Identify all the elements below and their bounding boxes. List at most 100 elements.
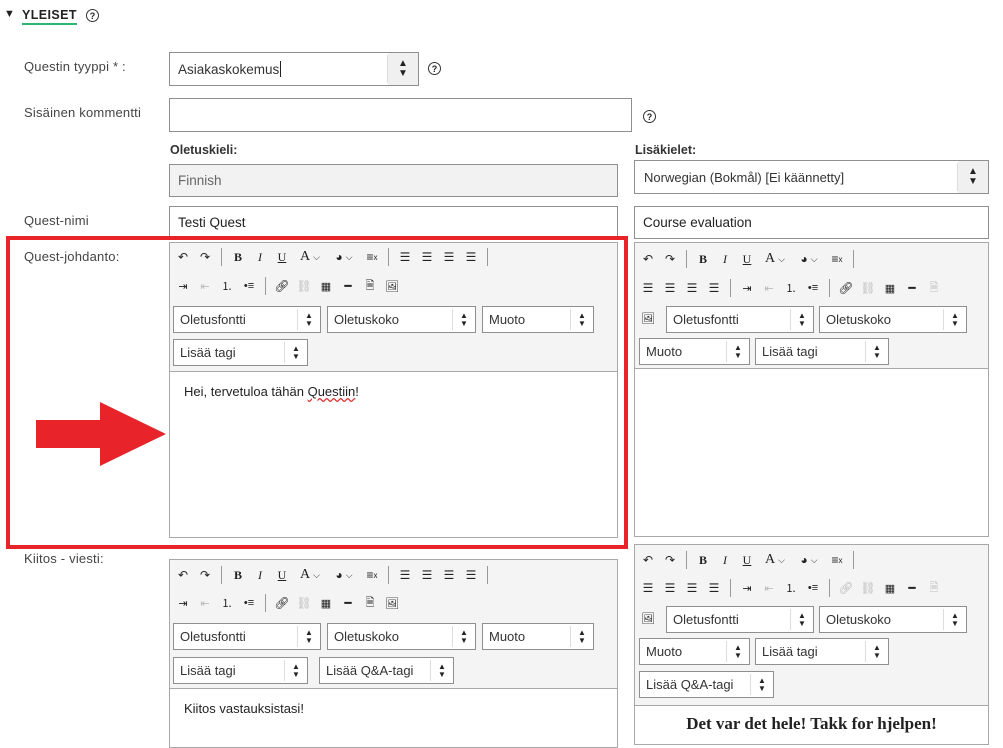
align-center-icon[interactable]: ☰ bbox=[416, 564, 438, 586]
qa-tag-select[interactable]: Lisää Q&A-tagi ▲ ▼ bbox=[639, 671, 774, 698]
bold-icon[interactable]: B bbox=[692, 248, 714, 270]
select-arrows-icon: ▲ ▼ bbox=[951, 610, 959, 628]
numbered-list-icon[interactable]: ⒈ bbox=[216, 592, 238, 614]
qa-tag-select-value: Lisää Q&A-tagi bbox=[326, 663, 414, 678]
size-select[interactable]: Oletuskoko ▲ ▼ bbox=[819, 306, 967, 333]
font-color-icon[interactable]: A ⌵ bbox=[758, 248, 792, 270]
palette-icon[interactable]: ◕ ⌵ bbox=[792, 248, 826, 270]
clear-format-icon[interactable]: ≡ x bbox=[826, 549, 848, 571]
palette-icon[interactable]: ◕ ⌵ bbox=[327, 564, 361, 586]
bold-icon[interactable]: B bbox=[692, 549, 714, 571]
help-icon[interactable]: ? bbox=[643, 110, 656, 123]
unlink-icon[interactable]: ⛓︎ bbox=[857, 577, 879, 599]
bold-icon[interactable]: B bbox=[227, 564, 249, 586]
table-icon[interactable]: ▦ bbox=[879, 577, 901, 599]
horizontal-rule-icon[interactable]: ━ bbox=[901, 277, 923, 299]
italic-icon[interactable]: I bbox=[249, 564, 271, 586]
select-arrows-icon: ▲ ▼ bbox=[798, 610, 806, 628]
italic-icon[interactable]: I bbox=[714, 549, 736, 571]
size-select[interactable]: Oletuskoko ▲ ▼ bbox=[327, 623, 476, 650]
align-right-icon[interactable]: ☰ bbox=[681, 277, 703, 299]
align-right-icon[interactable]: ☰ bbox=[681, 577, 703, 599]
italic-icon[interactable]: I bbox=[714, 248, 736, 270]
section-title[interactable]: YLEISET bbox=[22, 8, 77, 25]
link-icon[interactable]: 🔗︎ bbox=[835, 277, 857, 299]
name-input-extra[interactable]: Course evaluation bbox=[634, 206, 989, 239]
tag-select[interactable]: Lisää tagi ▲ ▼ bbox=[173, 657, 308, 684]
clear-format-icon[interactable]: ≡ x bbox=[826, 248, 848, 270]
bullet-list-icon[interactable]: •≡ bbox=[802, 577, 824, 599]
underline-icon[interactable]: U bbox=[271, 564, 293, 586]
qa-tag-select[interactable]: Lisää Q&A-tagi ▲ ▼ bbox=[319, 657, 454, 684]
font-select[interactable]: Oletusfontti ▲ ▼ bbox=[173, 623, 321, 650]
format-select[interactable]: Muoto ▲ ▼ bbox=[639, 338, 750, 365]
undo-icon[interactable]: ↶ bbox=[637, 549, 659, 571]
bullet-list-icon[interactable]: •≡ bbox=[802, 277, 824, 299]
align-center-icon[interactable]: ☰ bbox=[659, 277, 681, 299]
palette-icon[interactable]: ◕ ⌵ bbox=[792, 549, 826, 571]
redo-icon[interactable]: ↷ bbox=[659, 248, 681, 270]
help-icon[interactable]: ? bbox=[86, 9, 99, 22]
indent-icon[interactable]: ⇥ bbox=[736, 277, 758, 299]
numbered-list-icon[interactable]: ⒈ bbox=[780, 577, 802, 599]
image-icon[interactable]: 🖼︎ bbox=[381, 592, 403, 614]
align-left-icon[interactable]: ☰ bbox=[394, 564, 416, 586]
align-right-icon[interactable]: ☰ bbox=[438, 564, 460, 586]
indent-icon[interactable]: ⇥ bbox=[172, 592, 194, 614]
extra-lang-select[interactable]: Norwegian (Bokmål) [Ei käännetty] ▲ ▼ bbox=[634, 160, 989, 194]
link-icon[interactable]: 🔗︎ bbox=[835, 577, 857, 599]
unlink-icon[interactable]: ⛓︎ bbox=[293, 592, 315, 614]
underline-icon[interactable]: U bbox=[736, 549, 758, 571]
justify-icon[interactable]: ☰ bbox=[460, 564, 482, 586]
align-left-icon[interactable]: ☰ bbox=[637, 277, 659, 299]
format-select[interactable]: Muoto ▲ ▼ bbox=[639, 638, 750, 665]
redo-icon[interactable]: ↷ bbox=[659, 549, 681, 571]
underline-icon[interactable]: U bbox=[736, 248, 758, 270]
section-toggle-icon[interactable]: ▼ bbox=[4, 8, 15, 20]
bullet-list-icon[interactable]: •≡ bbox=[238, 592, 260, 614]
unlink-icon[interactable]: ⛓︎ bbox=[857, 277, 879, 299]
comment-input[interactable] bbox=[169, 98, 632, 132]
outdent-icon[interactable]: ⇤ bbox=[758, 577, 780, 599]
thanks-editor-content-extra[interactable]: Det var det hele! Takk for hjelpen! bbox=[634, 705, 989, 745]
redo-icon[interactable]: ↷ bbox=[194, 564, 216, 586]
numbered-list-icon[interactable]: ⒈ bbox=[780, 277, 802, 299]
help-icon[interactable]: ? bbox=[428, 62, 441, 75]
document-icon[interactable]: 🗎︎ bbox=[359, 592, 381, 614]
document-icon[interactable]: 🗎︎ bbox=[923, 277, 945, 299]
name-input-default[interactable]: Testi Quest bbox=[169, 206, 618, 239]
tag-select[interactable]: Lisää tagi ▲ ▼ bbox=[755, 638, 889, 665]
justify-icon[interactable]: ☰ bbox=[703, 577, 725, 599]
undo-icon[interactable]: ↶ bbox=[172, 564, 194, 586]
table-icon[interactable]: ▦ bbox=[879, 277, 901, 299]
toolbar-row: ↶ ↷ B I U A ⌵ ◕ ⌵ ≡ x bbox=[637, 248, 859, 270]
intro-editor-content-extra[interactable] bbox=[634, 368, 989, 537]
align-center-icon[interactable]: ☰ bbox=[659, 577, 681, 599]
select-arrows-icon: ▲ ▼ bbox=[951, 310, 959, 328]
align-left-icon[interactable]: ☰ bbox=[637, 577, 659, 599]
size-select[interactable]: Oletuskoko ▲ ▼ bbox=[819, 606, 967, 633]
tag-select[interactable]: Lisää tagi ▲ ▼ bbox=[755, 338, 889, 365]
justify-icon[interactable]: ☰ bbox=[703, 277, 725, 299]
horizontal-rule-icon[interactable]: ━ bbox=[337, 592, 359, 614]
image-icon[interactable]: 🖼︎ bbox=[637, 607, 659, 629]
font-select[interactable]: Oletusfontti ▲ ▼ bbox=[666, 606, 814, 633]
font-color-icon[interactable]: A ⌵ bbox=[293, 564, 327, 586]
document-icon[interactable]: 🗎︎ bbox=[923, 577, 945, 599]
link-icon[interactable]: 🔗︎ bbox=[271, 592, 293, 614]
type-select[interactable]: Asiakaskokemus ▲ ▼ bbox=[169, 52, 419, 86]
format-select[interactable]: Muoto ▲ ▼ bbox=[482, 623, 594, 650]
outdent-icon[interactable]: ⇤ bbox=[758, 277, 780, 299]
undo-icon[interactable]: ↶ bbox=[637, 248, 659, 270]
image-icon[interactable]: 🖼︎ bbox=[637, 307, 659, 329]
thanks-editor-content[interactable]: Kiitos vastauksistasi! bbox=[169, 688, 618, 748]
clear-format-icon[interactable]: ≡ x bbox=[361, 564, 383, 586]
font-color-icon[interactable]: A ⌵ bbox=[758, 549, 792, 571]
font-select[interactable]: Oletusfontti ▲ ▼ bbox=[666, 306, 814, 333]
table-icon[interactable]: ▦ bbox=[315, 592, 337, 614]
default-lang-field: Finnish bbox=[169, 164, 618, 197]
indent-icon[interactable]: ⇥ bbox=[736, 577, 758, 599]
select-arrows-icon: ▲ ▼ bbox=[578, 627, 586, 645]
outdent-icon[interactable]: ⇤ bbox=[194, 592, 216, 614]
horizontal-rule-icon[interactable]: ━ bbox=[901, 577, 923, 599]
